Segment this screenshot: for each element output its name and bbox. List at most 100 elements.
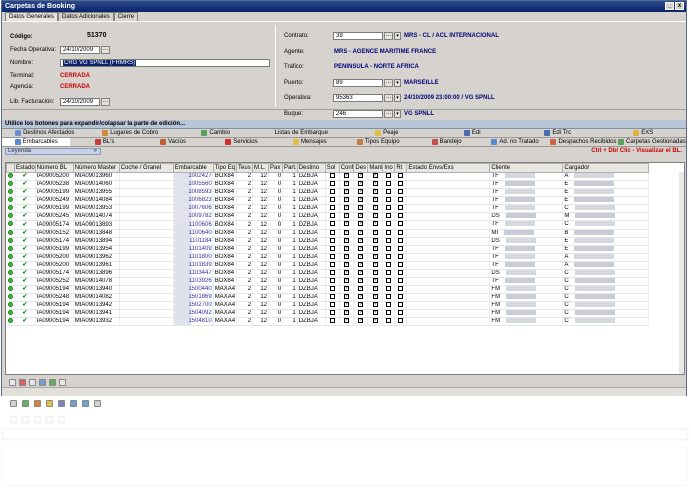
- tab-servicios[interactable]: Servicios: [207, 138, 275, 146]
- filter-icon[interactable]: [49, 378, 56, 386]
- column-header[interactable]: Estado: [14, 163, 36, 173]
- column-header[interactable]: Número Master: [72, 163, 120, 173]
- checkbox[interactable]: ✓: [358, 261, 364, 267]
- checkbox[interactable]: ✓: [358, 286, 364, 292]
- tab-exs[interactable]: EXS: [601, 129, 687, 137]
- checkbox[interactable]: [329, 237, 335, 243]
- checkbox[interactable]: [329, 253, 335, 259]
- checkbox[interactable]: ✓: [358, 221, 364, 227]
- checkbox[interactable]: [398, 205, 404, 211]
- checkbox[interactable]: [329, 181, 335, 187]
- column-header[interactable]: Rt: [394, 163, 408, 173]
- checkbox[interactable]: ✓: [344, 181, 349, 187]
- checkbox[interactable]: [398, 269, 404, 275]
- checkbox[interactable]: ✓: [358, 173, 364, 178]
- column-header[interactable]: [6, 163, 15, 173]
- puerto-lookup-button[interactable]: ...: [384, 79, 393, 87]
- checkbox[interactable]: [386, 181, 392, 187]
- buque-lookup-button[interactable]: ...: [384, 110, 393, 118]
- checkbox[interactable]: ✓: [358, 189, 364, 195]
- checkbox[interactable]: [398, 237, 404, 243]
- checkbox[interactable]: [329, 278, 335, 284]
- checkbox[interactable]: ✓: [344, 197, 349, 203]
- contrato-lookup-button[interactable]: ...: [384, 32, 393, 40]
- navigate-icon[interactable]: [70, 399, 77, 407]
- accept-icon[interactable]: [22, 399, 29, 407]
- column-header[interactable]: Tipo Eq: [212, 163, 238, 173]
- checkbox[interactable]: ✓: [344, 213, 349, 219]
- tab-bls[interactable]: BL's: [70, 138, 138, 146]
- checkbox[interactable]: ✓: [372, 181, 378, 187]
- checkbox[interactable]: ✓: [344, 229, 349, 235]
- checkbox[interactable]: [386, 173, 392, 178]
- column-header[interactable]: Destino: [296, 163, 326, 173]
- print-icon[interactable]: [29, 378, 36, 386]
- checkbox[interactable]: [329, 310, 335, 316]
- checkbox[interactable]: [398, 173, 404, 178]
- checkbox[interactable]: ✓: [372, 173, 378, 178]
- column-header[interactable]: Cargador: [562, 163, 650, 173]
- tab-ad-no-tratado[interactable]: Ad. no Tratado: [481, 138, 549, 146]
- column-header[interactable]: Número BL: [34, 163, 74, 173]
- checkbox[interactable]: [398, 221, 404, 227]
- tab-listas-de-embarque[interactable]: Listas de Embarque: [259, 129, 345, 137]
- vertical-scrollbar[interactable]: [679, 172, 684, 374]
- checkbox[interactable]: [398, 286, 404, 292]
- table-row[interactable]: ✔ IA09005199 MIA09013954 1101409 BOX84 2 12 0 1 D…: [6, 245, 650, 254]
- checkbox[interactable]: ✓: [358, 269, 364, 275]
- table-row[interactable]: ✔ IA09005249 MIA09014084 1006823 BOX84 2 12 0 1 D…: [6, 196, 650, 206]
- checkbox[interactable]: ✓: [344, 286, 349, 292]
- tab-lugares-de-cobro[interactable]: Lugares de Cobro: [88, 129, 174, 137]
- checkbox[interactable]: ✓: [344, 237, 349, 243]
- checkbox[interactable]: [398, 245, 404, 251]
- table-row[interactable]: ✔ IA09005152 MIA09013848 1100640 BOX84 2 12 0 1 D…: [6, 229, 650, 238]
- table-row[interactable]: ✔ IA09005238 MIA09014060 1005560 BOX84 2 12 0 1 D…: [6, 180, 650, 190]
- tab-destinos-afectados[interactable]: Destinos Afectados: [2, 129, 88, 137]
- checkbox[interactable]: ✓: [344, 302, 349, 308]
- refresh-icon[interactable]: [34, 399, 41, 407]
- minimize-button[interactable]: _: [665, 2, 674, 10]
- checkbox[interactable]: [386, 221, 392, 227]
- search-icon[interactable]: [46, 399, 53, 407]
- checkbox[interactable]: [386, 229, 392, 235]
- checkbox[interactable]: ✓: [372, 213, 378, 219]
- checkbox[interactable]: [329, 229, 335, 235]
- fecha-picker-button[interactable]: ...: [101, 46, 110, 54]
- column-header[interactable]: Ino: [382, 163, 396, 173]
- tab-embarcables[interactable]: Embarcables: [2, 138, 71, 146]
- buque-dropdown[interactable]: ▾: [394, 110, 401, 118]
- checkbox[interactable]: [329, 205, 335, 211]
- column-header[interactable]: M.L.: [252, 163, 270, 173]
- checkbox[interactable]: ✓: [372, 302, 378, 308]
- table-row[interactable]: ✔ IA09005194 MIA09013941 1504092 MAXA4 2 12 0 1 D…: [6, 309, 650, 319]
- checkbox[interactable]: ✓: [344, 269, 349, 275]
- checkbox[interactable]: [329, 302, 335, 308]
- puerto-field[interactable]: 89: [333, 79, 383, 87]
- checkbox[interactable]: [386, 237, 392, 243]
- checkbox[interactable]: ✓: [358, 294, 364, 300]
- checkbox[interactable]: [386, 261, 392, 267]
- column-header[interactable]: Embarcable: [172, 163, 214, 173]
- column-header[interactable]: Estado Envs/Exs: [406, 163, 491, 173]
- checkbox[interactable]: ✓: [344, 189, 349, 195]
- checkbox[interactable]: [329, 197, 335, 203]
- embarcables-grid[interactable]: Estado Número BL Número Master Coche / Gran…: [5, 162, 685, 375]
- tab-mensajes[interactable]: Mensajes: [276, 138, 344, 146]
- checkbox[interactable]: [398, 189, 404, 195]
- checkbox[interactable]: [329, 318, 335, 324]
- lib-facturacion-field[interactable]: 24/10/2009: [60, 98, 100, 106]
- table-row[interactable]: ✔ IA09005194 MIA09013942 1502700 MAXA4 2 12 0 1 D…: [6, 301, 650, 311]
- tab-edi[interactable]: Edi: [430, 129, 516, 137]
- checkbox[interactable]: [398, 197, 404, 203]
- table-row[interactable]: ✔ IA09005200 MIA09013962 1101800 BOX84 2 12 0 1 D…: [6, 253, 650, 262]
- checkbox[interactable]: [386, 294, 392, 300]
- operativa-dropdown[interactable]: ▾: [394, 94, 401, 102]
- checkbox[interactable]: ✓: [372, 237, 378, 243]
- checkbox[interactable]: ✓: [344, 221, 349, 227]
- checkbox[interactable]: ✓: [358, 181, 364, 187]
- checkbox[interactable]: [329, 269, 335, 275]
- operativa-lookup-button[interactable]: ...: [384, 94, 393, 102]
- checkbox[interactable]: [386, 253, 392, 259]
- tab-cambio[interactable]: Cambio: [173, 129, 259, 137]
- checkbox[interactable]: [386, 189, 392, 195]
